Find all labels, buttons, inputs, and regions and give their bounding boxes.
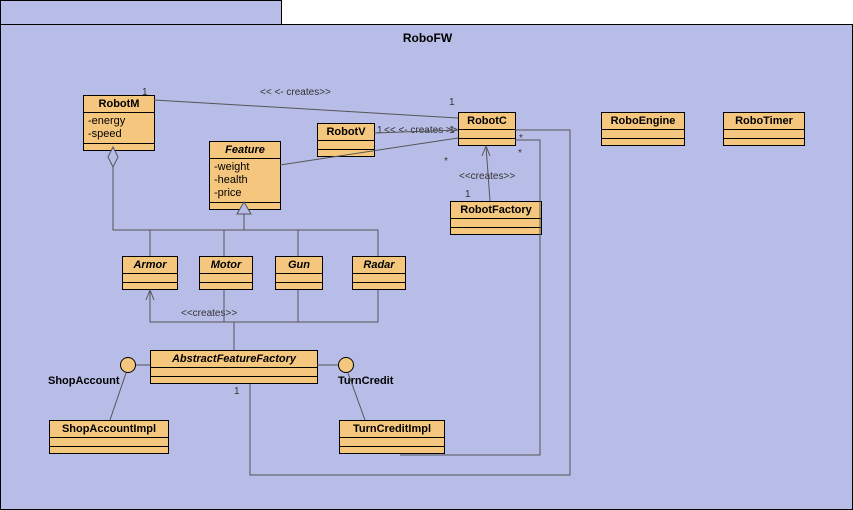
class-name: RobotV xyxy=(318,124,374,141)
class-name: RobotFactory xyxy=(451,202,541,219)
multiplicity: 1 xyxy=(449,97,455,108)
class-attrs: -energy -speed xyxy=(84,113,154,144)
class-name: RoboEngine xyxy=(602,113,684,130)
class-ops xyxy=(84,144,154,150)
multiplicity: 1 xyxy=(377,125,383,136)
multiplicity: * xyxy=(518,148,522,159)
multiplicity: 1 xyxy=(142,87,148,98)
class-attrs: -weight -health -price xyxy=(210,159,280,203)
multiplicity: * xyxy=(519,133,523,144)
class-name: RobotC xyxy=(459,113,515,130)
multiplicity: 1 xyxy=(234,386,240,397)
interface-label: ShopAccount xyxy=(48,375,120,387)
class-name: Armor xyxy=(123,257,177,274)
stereotype-label: << <- creates >> xyxy=(384,125,458,136)
interface-TurnCredit[interactable] xyxy=(338,357,354,373)
package-title: RoboFW xyxy=(1,31,853,45)
class-ShopAccountImpl[interactable]: ShopAccountImpl xyxy=(49,420,169,454)
class-name: TurnCreditImpl xyxy=(340,421,444,438)
package-tab xyxy=(0,0,282,25)
class-RoboTimer[interactable]: RoboTimer xyxy=(723,112,805,146)
multiplicity: 1 xyxy=(465,189,471,200)
class-Feature[interactable]: Feature -weight -health -price xyxy=(209,141,281,210)
class-RobotFactory[interactable]: RobotFactory xyxy=(450,201,542,235)
stereotype-label: << <- creates>> xyxy=(260,87,331,98)
class-name: Motor xyxy=(200,257,252,274)
class-name: RobotM xyxy=(84,96,154,113)
diagram-canvas: RoboFW RobotM -energy -speed Feature -we… xyxy=(0,0,853,510)
interface-label: TurnCredit xyxy=(338,375,393,387)
class-AbstractFeatureFactory[interactable]: AbstractFeatureFactory xyxy=(150,350,318,384)
class-RoboEngine[interactable]: RoboEngine xyxy=(601,112,685,146)
class-ops xyxy=(210,203,280,209)
class-name: AbstractFeatureFactory xyxy=(151,351,317,368)
multiplicity: 1 xyxy=(449,125,455,136)
class-name: ShopAccountImpl xyxy=(50,421,168,438)
stereotype-label: <<creates>> xyxy=(459,171,515,182)
class-RobotC[interactable]: RobotC xyxy=(458,112,516,146)
stereotype-label: <<creates>> xyxy=(181,308,237,319)
class-TurnCreditImpl[interactable]: TurnCreditImpl xyxy=(339,420,445,454)
class-name: Feature xyxy=(210,142,280,159)
class-name: Gun xyxy=(276,257,322,274)
class-name: Radar xyxy=(353,257,405,274)
interface-ShopAccount[interactable] xyxy=(120,357,136,373)
class-Armor[interactable]: Armor xyxy=(122,256,178,290)
class-name: RoboTimer xyxy=(724,113,804,130)
class-Radar[interactable]: Radar xyxy=(352,256,406,290)
multiplicity: * xyxy=(444,156,448,167)
class-Gun[interactable]: Gun xyxy=(275,256,323,290)
class-Motor[interactable]: Motor xyxy=(199,256,253,290)
class-RobotM[interactable]: RobotM -energy -speed xyxy=(83,95,155,151)
class-RobotV[interactable]: RobotV xyxy=(317,123,375,157)
